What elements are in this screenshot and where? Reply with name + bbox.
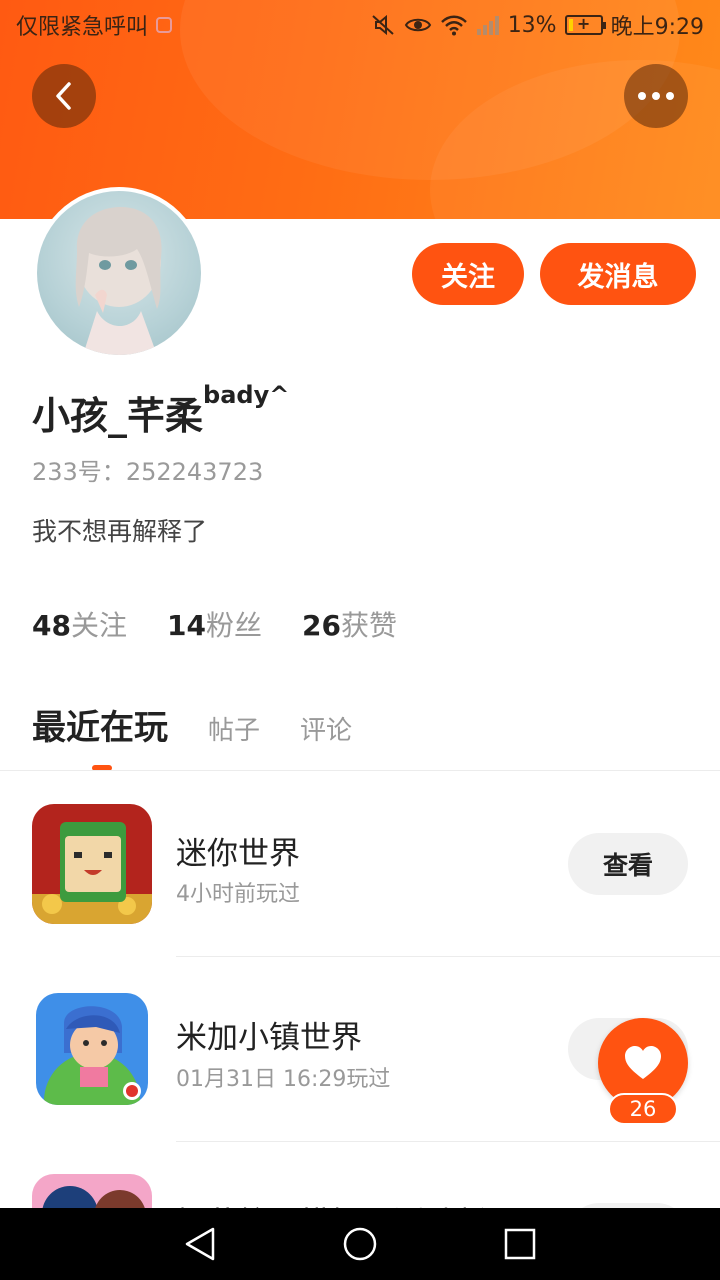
like-count-badge: 26 bbox=[608, 1093, 678, 1125]
triangle-back-icon bbox=[185, 1227, 215, 1261]
user-bio: 我不想再解释了 bbox=[32, 517, 208, 546]
nav-back-button[interactable] bbox=[170, 1214, 230, 1274]
game-icon-sakura-school bbox=[32, 1174, 152, 1208]
clock: 晚上9:29 bbox=[610, 15, 704, 40]
game-list-item[interactable]: 樱花校园模拟器测试版 查看 bbox=[0, 1142, 720, 1208]
battery-icon: + bbox=[564, 14, 606, 35]
game-icon-mini-world bbox=[32, 804, 152, 924]
follow-button[interactable]: 关注 bbox=[412, 243, 524, 305]
stat-likes[interactable]: 26获赞 bbox=[302, 604, 397, 644]
tab-comments[interactable]: 评论 bbox=[300, 710, 352, 747]
view-game-button[interactable]: 查看 bbox=[568, 833, 688, 895]
notification-icon bbox=[156, 17, 173, 33]
stat-following[interactable]: 48关注 bbox=[32, 604, 127, 644]
game-list-item[interactable]: 迷你世界 4小时前玩过 查看 bbox=[0, 772, 720, 957]
nav-home-button[interactable] bbox=[330, 1214, 390, 1274]
username: 小孩_芊柔bady^ bbox=[32, 381, 289, 440]
heart-icon bbox=[625, 1046, 661, 1079]
nav-recents-button[interactable] bbox=[490, 1214, 550, 1274]
username-suffix: bady^ bbox=[203, 381, 290, 409]
back-button[interactable] bbox=[32, 64, 96, 128]
battery-percent: 13% bbox=[507, 12, 557, 38]
user-id: 233号：252243723 bbox=[32, 452, 263, 487]
profile-stats: 48关注 14粉丝 26获赞 bbox=[32, 604, 397, 644]
tab-posts[interactable]: 帖子 bbox=[208, 710, 260, 747]
game-icon-miga-town bbox=[36, 993, 148, 1105]
profile-tabs: 最近在玩 帖子 评论 bbox=[32, 700, 352, 749]
wifi-icon bbox=[440, 15, 467, 36]
game-last-played: 4小时前玩过 bbox=[176, 882, 300, 907]
more-options-button[interactable] bbox=[624, 64, 688, 128]
mute-icon bbox=[372, 14, 394, 36]
tab-recently-played[interactable]: 最近在玩 bbox=[32, 700, 168, 749]
chevron-left-icon bbox=[56, 82, 71, 110]
eye-icon bbox=[404, 18, 431, 32]
carrier-text: 仅限紧急呼叫 bbox=[16, 15, 149, 40]
system-navigation-bar bbox=[0, 1208, 720, 1280]
circle-home-icon bbox=[343, 1227, 377, 1261]
send-message-button[interactable]: 发消息 bbox=[540, 243, 696, 305]
username-text: 小孩_芊柔 bbox=[32, 394, 204, 438]
tab-divider bbox=[0, 770, 720, 771]
avatar-illustration bbox=[75, 207, 162, 355]
avatar[interactable] bbox=[33, 187, 205, 359]
more-dots-icon bbox=[638, 92, 674, 100]
game-last-played: 01月31日 16:29玩过 bbox=[176, 1067, 391, 1092]
uid-value: 252243723 bbox=[125, 458, 264, 486]
game-name: 樱花校园模拟器测试版 bbox=[176, 1198, 486, 1208]
signal-icon bbox=[476, 16, 499, 35]
uid-label: 233号： bbox=[32, 458, 126, 486]
status-bar: 仅限紧急呼叫 13% + 晚上9:29 bbox=[0, 0, 720, 50]
game-name: 迷你世界 bbox=[176, 836, 300, 872]
stat-followers[interactable]: 14粉丝 bbox=[167, 604, 262, 644]
square-recents-icon bbox=[504, 1228, 536, 1260]
game-name: 米加小镇世界 bbox=[176, 1020, 362, 1056]
